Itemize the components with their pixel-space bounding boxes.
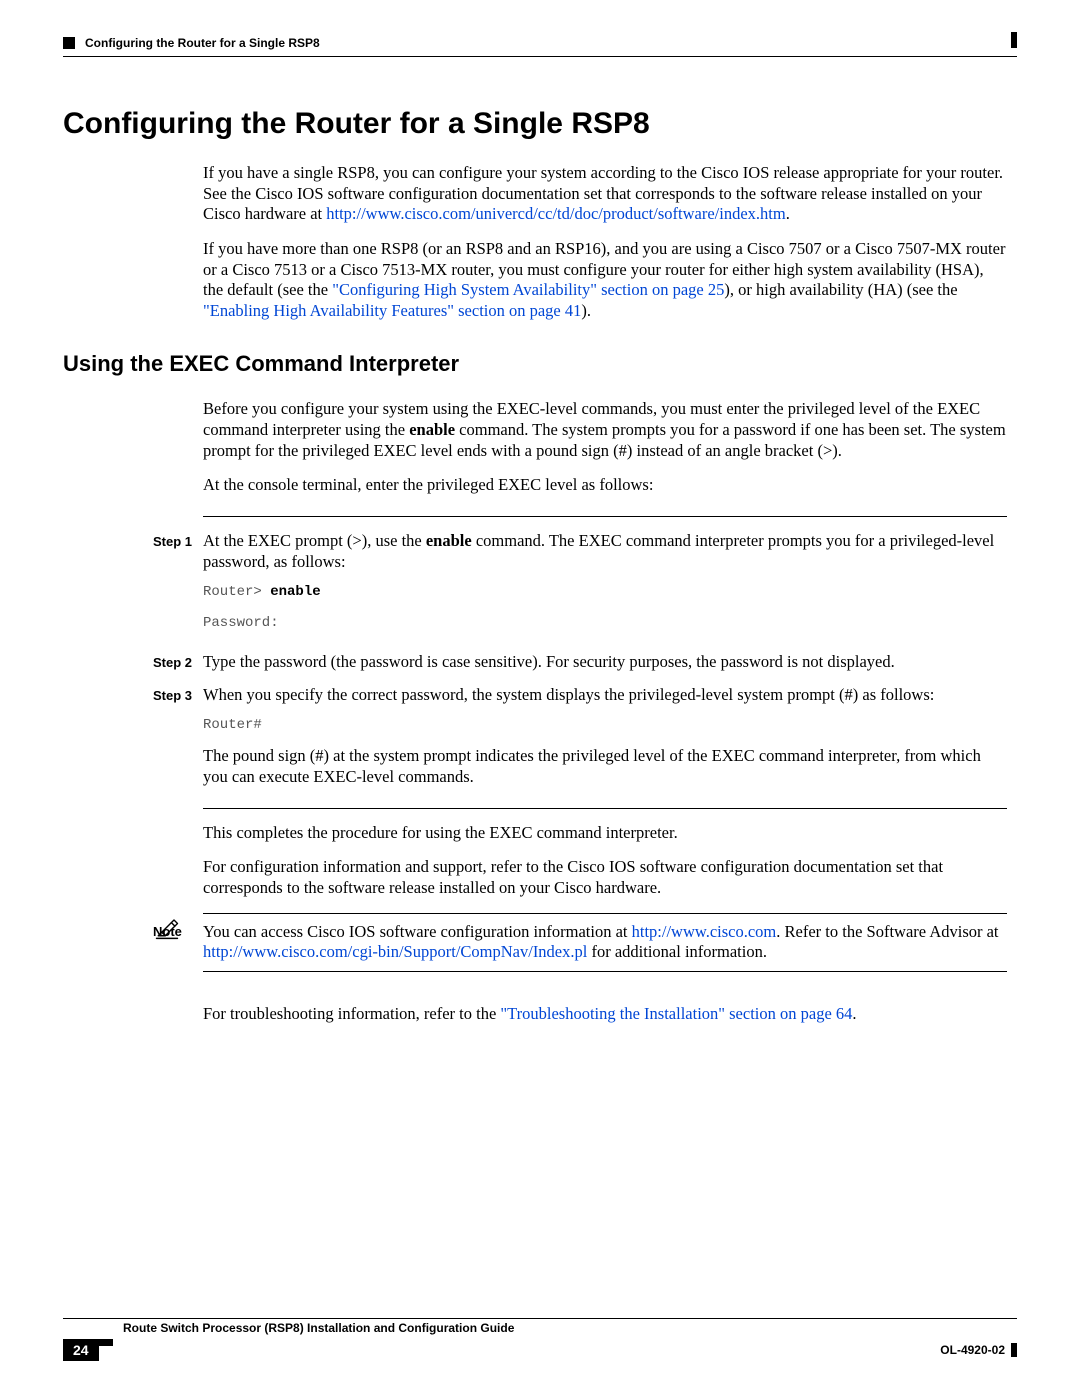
text: for additional information. (587, 942, 767, 961)
note-label: Note (153, 922, 203, 963)
page-number-trail-icon (99, 1339, 113, 1346)
note-top-rule (203, 913, 1007, 914)
step-text: Type the password (the password is case … (203, 652, 1007, 673)
running-header: Configuring the Router for a Single RSP8 (63, 36, 1017, 50)
steps-bottom-divider (203, 808, 1007, 809)
cisco-home-link[interactable]: http://www.cisco.com (632, 922, 777, 941)
text: . Refer to the Software Advisor at (776, 922, 998, 941)
step-text: When you specify the correct password, t… (203, 685, 1007, 706)
support-text: For configuration information and suppor… (203, 857, 1007, 898)
page-footer: Route Switch Processor (RSP8) Installati… (63, 1318, 1017, 1361)
doc-id: OL-4920-02 (940, 1343, 1005, 1357)
step-tail-text: The pound sign (#) at the system prompt … (203, 746, 1007, 787)
text: ). (581, 301, 591, 320)
step-3: Step 3 When you specify the correct pass… (153, 685, 1007, 788)
page-corner-marker (1011, 32, 1017, 48)
text: ), or high availability (HA) (see the (724, 280, 957, 299)
page-number-block: 24 (63, 1339, 113, 1361)
enable-command-bold: enable (426, 531, 472, 550)
code-command: enable (270, 584, 320, 600)
troubleshooting-link[interactable]: "Troubleshooting the Installation" secti… (500, 1004, 852, 1023)
text: For troubleshooting information, refer t… (203, 1004, 500, 1023)
doc-id-block: OL-4920-02 (940, 1341, 1017, 1359)
step-label: Step 3 (153, 685, 203, 788)
section-heading: Using the EXEC Command Interpreter (63, 351, 1017, 377)
page-title: Configuring the Router for a Single RSP8 (63, 107, 1017, 141)
code-password-prompt: Password: (203, 613, 1007, 634)
page-number: 24 (63, 1339, 99, 1361)
step-2: Step 2 Type the password (the password i… (153, 652, 1007, 673)
hsa-section-link[interactable]: "Configuring High System Availability" s… (332, 280, 724, 299)
step-label: Step 2 (153, 652, 203, 673)
step-label: Step 1 (153, 531, 203, 640)
software-advisor-link[interactable]: http://www.cisco.com/cgi-bin/Support/Com… (203, 942, 587, 961)
header-bullet-icon (63, 37, 75, 49)
text: You can access Cisco IOS software config… (203, 922, 632, 941)
footer-rule (63, 1318, 1017, 1319)
ha-section-link[interactable]: "Enabling High Availability Features" se… (203, 301, 581, 320)
note-body: You can access Cisco IOS software config… (203, 922, 1007, 963)
completion-text: This completes the procedure for using t… (203, 823, 1007, 844)
text: . (786, 204, 790, 223)
note-block: Note You can access Cisco IOS software c… (153, 913, 1007, 978)
intro-paragraph-2: If you have more than one RSP8 (or an RS… (203, 239, 1007, 322)
header-rule (63, 56, 1017, 57)
doc-id-bar-icon (1011, 1343, 1017, 1357)
running-header-text: Configuring the Router for a Single RSP8 (85, 36, 320, 50)
code-router-enable: Router> enable (203, 582, 1007, 603)
exec-intro-paragraph: Before you configure your system using t… (203, 399, 1007, 461)
footer-guide-title: Route Switch Processor (RSP8) Installati… (123, 1321, 1017, 1335)
text: At the EXEC prompt (>), use the (203, 531, 426, 550)
step-1: Step 1 At the EXEC prompt (>), use the e… (153, 531, 1007, 640)
code-router-prompt: Router# (203, 715, 1007, 736)
intro-paragraph-1: If you have a single RSP8, you can confi… (203, 163, 1007, 225)
console-instruction: At the console terminal, enter the privi… (203, 475, 1007, 496)
code-prompt: Router> (203, 584, 270, 600)
enable-command-bold: enable (409, 420, 455, 439)
software-index-link[interactable]: http://www.cisco.com/univercd/cc/td/doc/… (326, 204, 785, 223)
text: . (852, 1004, 856, 1023)
note-bottom-rule (203, 971, 1007, 972)
steps-top-divider (203, 516, 1007, 517)
troubleshooting-paragraph: For troubleshooting information, refer t… (203, 1004, 1007, 1025)
